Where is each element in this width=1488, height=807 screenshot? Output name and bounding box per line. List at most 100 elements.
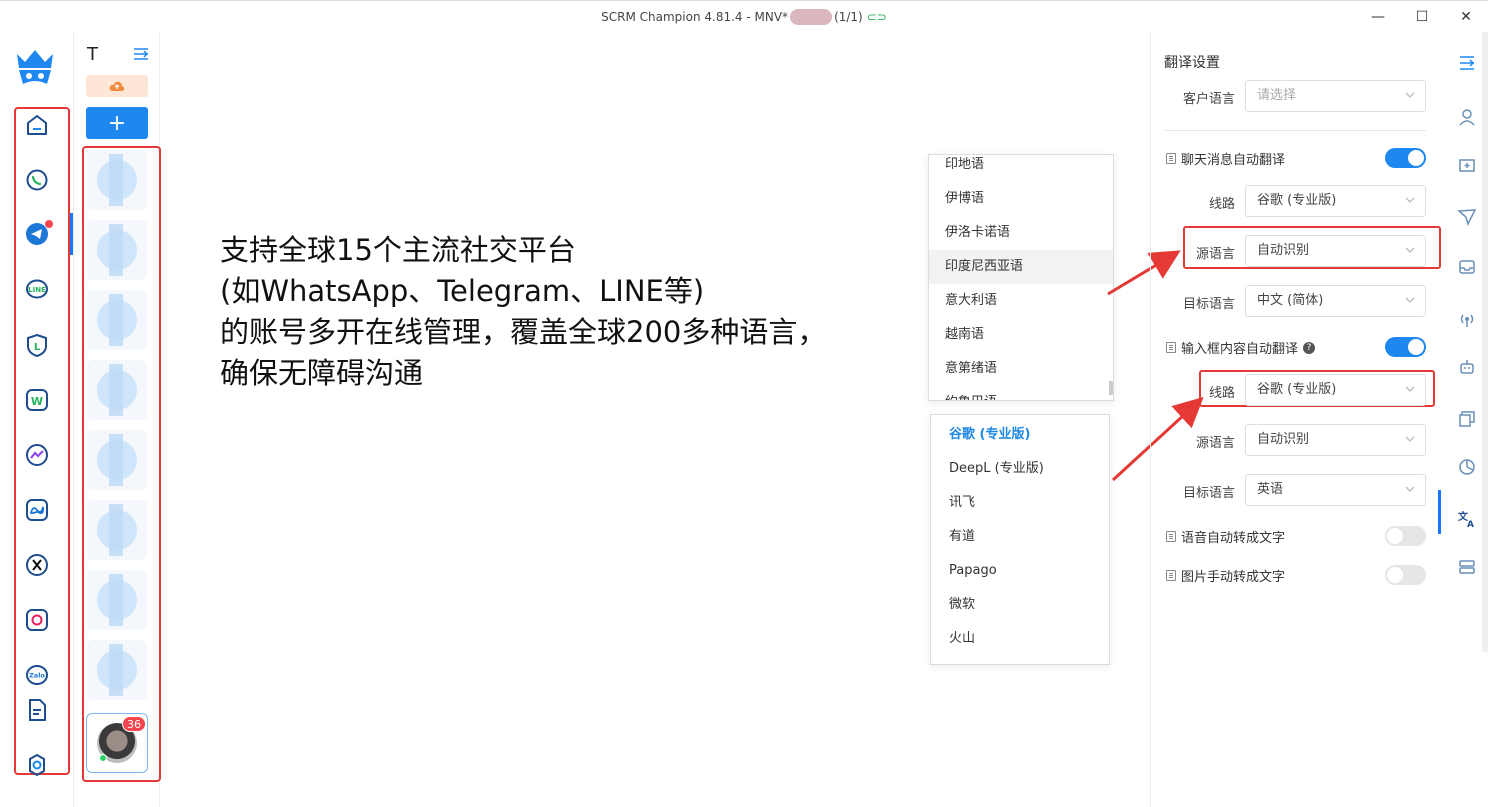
account-item[interactable] xyxy=(87,290,147,350)
cloud-upload-button[interactable] xyxy=(86,75,148,97)
customer-language-select[interactable]: 请选择 xyxy=(1245,80,1426,112)
account-filter-letter[interactable]: T xyxy=(87,44,98,65)
collapse-icon[interactable] xyxy=(1456,52,1478,74)
account-avatar xyxy=(97,154,137,206)
maximize-button[interactable]: ☐ xyxy=(1400,1,1444,33)
language-option[interactable]: 印地语 xyxy=(929,155,1113,182)
input-source-label: 源语言 xyxy=(1195,436,1235,451)
account-item[interactable] xyxy=(87,500,147,560)
account-list-panel: T + 36 xyxy=(75,32,161,807)
telegram-icon[interactable] xyxy=(21,218,53,250)
analytics-icon[interactable] xyxy=(1456,456,1478,478)
chat-auto-translate-toggle[interactable] xyxy=(1385,148,1426,168)
route-option-selected[interactable]: 谷歌 (专业版) xyxy=(931,418,1109,452)
account-avatar xyxy=(97,364,137,416)
image-to-text-label: 图片手动转成文字 xyxy=(1166,566,1285,585)
checklist-icon xyxy=(1166,153,1176,164)
dropdown-scrollbar[interactable] xyxy=(1109,381,1113,395)
user-icon[interactable] xyxy=(1456,106,1478,128)
account-item[interactable] xyxy=(87,430,147,490)
voice-to-text-toggle[interactable] xyxy=(1385,526,1426,546)
chevron-down-icon xyxy=(1405,92,1415,98)
meta-icon[interactable] xyxy=(21,494,53,526)
help-icon[interactable]: ? xyxy=(1303,341,1316,354)
translate-icon[interactable]: 文A xyxy=(1456,508,1478,530)
route-option[interactable]: DeepL (专业版) xyxy=(931,452,1109,486)
link-icon[interactable]: ⊂⊃ xyxy=(867,10,887,24)
chevron-down-icon xyxy=(1405,247,1415,253)
broadcast-icon[interactable] xyxy=(1456,308,1478,330)
robot-icon[interactable] xyxy=(1456,356,1478,378)
window-scrollbar[interactable] xyxy=(1482,32,1488,652)
language-option[interactable]: 意大利语 xyxy=(929,284,1113,318)
toggle-knob xyxy=(1387,567,1403,583)
chat-route-value: 谷歌 (专业版) xyxy=(1257,193,1337,208)
zalo-icon[interactable]: Zalo xyxy=(21,659,53,691)
whatsapp-business-icon[interactable]: W xyxy=(21,384,53,416)
account-item-active[interactable]: 36 xyxy=(86,713,148,773)
promo-line-3: 的账号多开在线管理，覆盖全球200多种语言， xyxy=(220,315,827,349)
instagram-icon[interactable] xyxy=(21,604,53,636)
input-target-value: 英语 xyxy=(1257,482,1284,497)
panel-title: 翻译设置 xyxy=(1164,55,1220,71)
online-status-dot xyxy=(99,754,107,762)
chat-source-select[interactable]: 自动识别 xyxy=(1245,235,1426,267)
language-option-hover[interactable]: 印度尼西亚语 xyxy=(929,250,1113,284)
minimize-button[interactable]: — xyxy=(1356,1,1400,33)
account-item[interactable] xyxy=(87,150,147,210)
input-auto-translate-toggle[interactable] xyxy=(1385,337,1426,357)
route-option[interactable]: 讯飞 xyxy=(931,486,1109,520)
add-comment-icon[interactable] xyxy=(1456,156,1478,178)
input-route-select[interactable]: 谷歌 (专业版) xyxy=(1245,374,1426,406)
route-option[interactable]: 微软 xyxy=(931,588,1109,622)
messenger-icon[interactable] xyxy=(21,439,53,471)
account-item[interactable] xyxy=(87,640,147,700)
whatsapp-business-icon-label: W xyxy=(31,395,43,408)
line-business-icon[interactable]: L xyxy=(21,329,53,361)
language-option[interactable]: 伊洛卡诺语 xyxy=(929,216,1113,250)
account-item[interactable] xyxy=(87,220,147,280)
language-option[interactable]: 约鲁巴语 xyxy=(929,386,1113,400)
chevron-down-icon xyxy=(1405,386,1415,392)
chat-target-value: 中文 (简体) xyxy=(1257,293,1324,308)
language-dropdown: 印地语 伊博语 伊洛卡诺语 印度尼西亚语 意大利语 越南语 意第绪语 约鲁巴语 xyxy=(928,154,1114,401)
home-icon[interactable] xyxy=(21,109,53,141)
account-item[interactable] xyxy=(87,570,147,630)
server-icon[interactable] xyxy=(1456,556,1478,578)
route-option[interactable]: Papago xyxy=(931,554,1109,588)
translation-settings-panel: 翻译设置 客户语言 请选择 聊天消息自动翻译 线路 谷歌 (专业版) 源语言 自… xyxy=(1150,32,1441,807)
input-route-label: 线路 xyxy=(1208,386,1235,401)
inbox-icon[interactable] xyxy=(1456,256,1478,278)
image-to-text-toggle[interactable] xyxy=(1385,565,1426,585)
input-target-label: 目标语言 xyxy=(1182,486,1235,501)
promo-line-4: 确保无障碍沟通 xyxy=(220,356,424,390)
language-option[interactable]: 伊博语 xyxy=(929,182,1113,216)
voice-to-text-text: 语音自动转成文字 xyxy=(1181,531,1286,546)
route-option[interactable]: 火山 xyxy=(931,622,1109,656)
line-icon[interactable]: LINE xyxy=(21,274,53,306)
close-button[interactable]: ✕ xyxy=(1444,1,1488,33)
customer-language-placeholder: 请选择 xyxy=(1257,88,1297,103)
chevron-down-icon xyxy=(1405,197,1415,203)
account-item[interactable] xyxy=(87,360,147,420)
settings-icon[interactable] xyxy=(21,749,53,781)
document-icon[interactable] xyxy=(21,694,53,726)
x-icon[interactable] xyxy=(21,549,53,581)
redacted-title-part xyxy=(790,8,833,25)
quick-reply-icon[interactable] xyxy=(1456,408,1478,430)
language-option[interactable]: 意第绪语 xyxy=(929,352,1113,386)
input-target-select[interactable]: 英语 xyxy=(1245,474,1426,506)
right-toolbar: 文A xyxy=(1438,32,1488,807)
chat-target-select[interactable]: 中文 (简体) xyxy=(1245,285,1426,317)
chat-route-select[interactable]: 谷歌 (专业版) xyxy=(1245,185,1426,217)
collapse-icon[interactable] xyxy=(131,44,151,64)
active-platform-indicator xyxy=(70,213,73,255)
language-option[interactable]: 越南语 xyxy=(929,318,1113,352)
route-option[interactable]: 有道 xyxy=(931,520,1109,554)
input-source-select[interactable]: 自动识别 xyxy=(1245,424,1426,456)
send-icon[interactable] xyxy=(1456,206,1478,228)
whatsapp-icon[interactable] xyxy=(21,164,53,196)
add-account-button[interactable]: + xyxy=(86,107,148,139)
checklist-icon xyxy=(1166,570,1176,581)
cloud-upload-icon xyxy=(109,81,125,91)
